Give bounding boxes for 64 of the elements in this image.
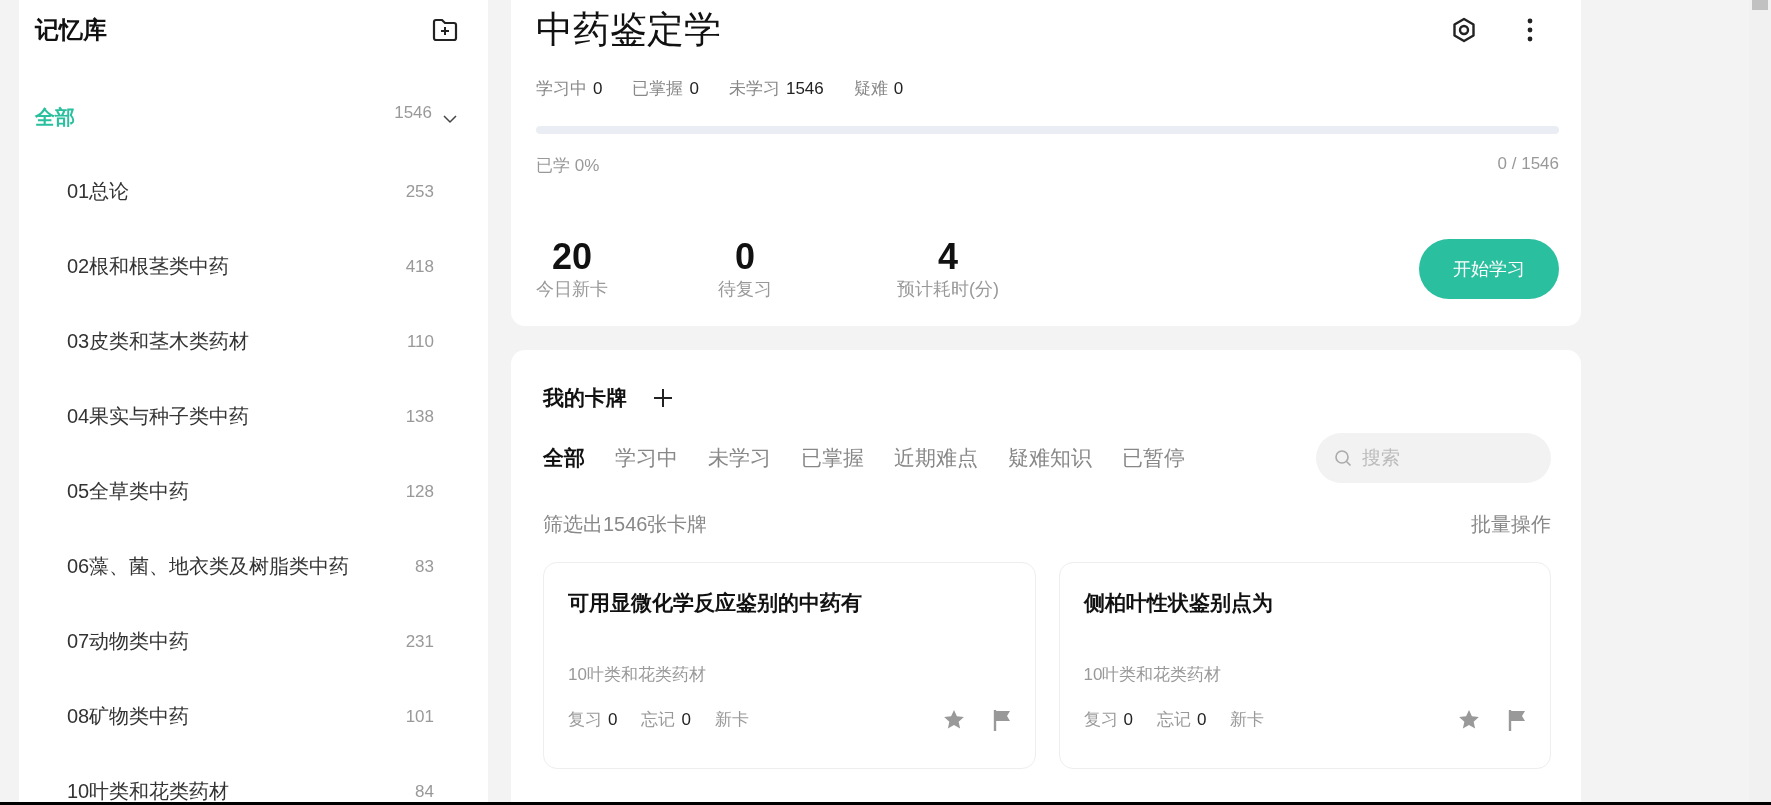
filter-tab[interactable]: 已掌握 xyxy=(801,444,864,472)
summary-label: 今日新卡 xyxy=(536,278,608,301)
flag-icon[interactable] xyxy=(1508,708,1526,731)
meta-label: 忘记 xyxy=(1156,710,1191,729)
filter-tab[interactable]: 近期难点 xyxy=(894,444,978,472)
card-category: 10叶类和花类药材 xyxy=(1083,664,1223,686)
filter-tab[interactable]: 未学习 xyxy=(708,444,771,472)
tree-item[interactable]: 06藻、菌、地衣类及树脂类中药 83 xyxy=(35,529,458,604)
tree-item[interactable]: 03皮类和茎木类药材 110 xyxy=(35,304,458,379)
tree-item[interactable]: 01总论 253 xyxy=(35,154,458,229)
star-icon[interactable] xyxy=(942,709,965,730)
meta-value: 0 xyxy=(1196,710,1207,729)
card-status: 新卡 xyxy=(714,709,749,731)
summary-value: 20 xyxy=(551,237,592,277)
stat-value: 0 xyxy=(893,79,904,98)
deck-title: 中药鉴定学 xyxy=(536,8,721,52)
stat-label: 学习中 xyxy=(536,79,587,98)
batch-action-link[interactable]: 批量操作 xyxy=(1471,511,1551,538)
flag-icon[interactable] xyxy=(992,708,1011,731)
filter-tab[interactable]: 疑难知识 xyxy=(1008,444,1092,472)
meta-label: 复习 xyxy=(1083,710,1118,729)
tree-item[interactable]: 04果实与种子类中药 138 xyxy=(35,379,458,454)
tree-item[interactable]: 02根和根茎类中药 418 xyxy=(35,229,458,304)
filter-tab[interactable]: 全部 xyxy=(543,444,585,472)
stat-value: 1546 xyxy=(785,79,824,98)
flashcard[interactable]: 侧柏叶性状鉴别点为 10叶类和花类药材 复习 0 忘记 0 新卡 xyxy=(1058,562,1551,769)
summary-label: 待复习 xyxy=(718,278,772,301)
progress-reading: 0 / 1546 xyxy=(1497,154,1559,175)
tree-item[interactable]: 08矿物类中药 101 xyxy=(35,679,458,754)
stat-value: 0 xyxy=(689,79,699,98)
meta-value: 0 xyxy=(608,710,618,729)
chevron-icon[interactable] xyxy=(442,114,458,124)
card-status: 新卡 xyxy=(1230,709,1265,731)
stat-label: 未学习 xyxy=(728,79,780,98)
stat-label: 已掌握 xyxy=(632,79,684,98)
sidebar-title: 记忆库 xyxy=(35,15,107,45)
summary-value: 4 xyxy=(938,237,958,277)
progress-label: 已学 0% xyxy=(536,155,600,177)
stat-label: 疑难 xyxy=(853,79,888,98)
meta-value: 0 xyxy=(1123,710,1133,729)
stat-value: 0 xyxy=(593,79,603,98)
scrollbar-thumb[interactable] xyxy=(1752,0,1768,10)
summary-label: 预计耗时(分) xyxy=(897,278,999,301)
search-icon xyxy=(1334,449,1352,467)
tree-item[interactable]: 07动物类中药 231 xyxy=(35,604,458,679)
filter-count: 筛选出1546张卡牌 xyxy=(543,512,708,537)
summary-value: 0 xyxy=(735,237,755,277)
meta-value: 0 xyxy=(681,710,691,729)
filter-tab[interactable]: 学习中 xyxy=(615,444,678,472)
star-icon[interactable] xyxy=(1458,709,1480,730)
more-icon[interactable] xyxy=(1527,18,1533,42)
hexagon-settings-icon[interactable] xyxy=(1451,17,1477,43)
card-question: 侧柏叶性状鉴别点为 xyxy=(1083,590,1274,616)
card-question: 可用显微化学反应鉴别的中药有 xyxy=(568,590,863,616)
meta-label: 忘记 xyxy=(641,710,676,729)
filter-tab[interactable]: 已暂停 xyxy=(1122,444,1185,472)
panel-title: 我的卡牌 xyxy=(543,385,627,411)
flashcard[interactable]: 可用显微化学反应鉴别的中药有 10叶类和花类药材 复习 0 忘记 0 新卡 xyxy=(543,562,1036,769)
tree-item[interactable]: 10叶类和花类药材 84 xyxy=(35,754,458,802)
card-category: 10叶类和花类药材 xyxy=(568,664,707,686)
tree-item[interactable]: 05全草类中药 128 xyxy=(35,454,458,529)
meta-label: 复习 xyxy=(568,710,602,729)
add-icon[interactable] xyxy=(653,388,673,408)
add-folder-icon[interactable] xyxy=(432,18,458,42)
